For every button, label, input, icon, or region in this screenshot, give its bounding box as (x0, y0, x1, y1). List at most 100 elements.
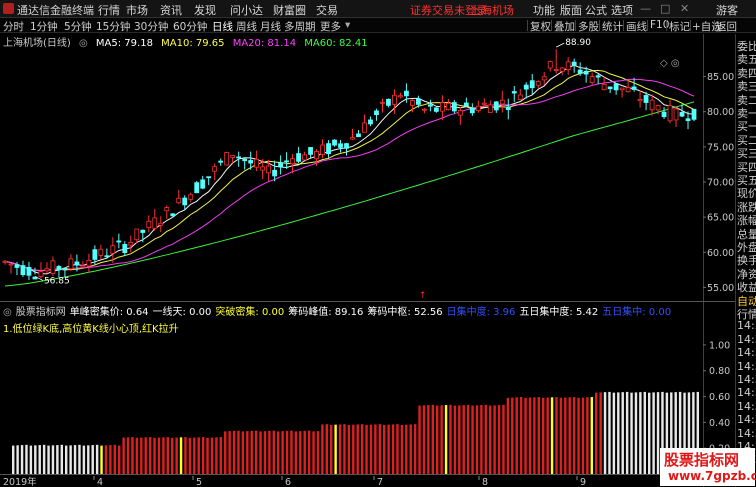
indicator-icon[interactable]: ◎ (3, 307, 12, 318)
indicator-bar (241, 431, 245, 474)
menu-faxian[interactable]: 发现 (194, 2, 216, 18)
menu-wenxiaoda[interactable]: 问小达 (230, 2, 263, 18)
candle-body (421, 108, 427, 111)
btn-biaoji[interactable]: 标记 (669, 19, 690, 34)
menu-gongshi[interactable]: 公式 (585, 2, 607, 18)
candle-body (182, 197, 188, 206)
period-weekly[interactable]: 周线 (236, 19, 257, 34)
period-daily[interactable]: 日线 (212, 19, 233, 34)
menu-hangqing[interactable]: 行情 (98, 2, 120, 18)
indicator-description: 1.低位绿K底,高位黄K线小心顶,红K拉升 (3, 324, 179, 335)
indicator-bar (285, 430, 289, 474)
indicator-bar (528, 397, 532, 474)
menu-banmian[interactable]: 版面 (560, 2, 582, 18)
sidebar-item[interactable]: 14:30 (737, 373, 756, 386)
candle-body (607, 86, 613, 90)
sidebar-item[interactable]: 14:30 (737, 346, 756, 359)
indicator-bar (475, 405, 479, 474)
indicator-bar (400, 424, 404, 474)
candle-body (230, 155, 236, 158)
indicator-value: 筹码峰值: 89.16 (288, 307, 364, 318)
indicator-bar (307, 430, 311, 474)
candle-body (278, 162, 284, 168)
menu-jiaoyi[interactable]: 交易 (316, 2, 338, 18)
guest-label[interactable]: 游客 (716, 2, 738, 18)
indicator-bar (277, 431, 280, 474)
candle-body (535, 81, 541, 86)
chevron-down-icon[interactable]: ▾ (345, 19, 350, 31)
indicator-value: 五日集中度: 5.42 (519, 307, 599, 318)
time-label: 6 (285, 477, 291, 487)
sidebar-item[interactable]: 14:30 (737, 413, 756, 426)
menu-zixun[interactable]: 资讯 (160, 2, 182, 18)
period-15min[interactable]: 15分钟 (96, 19, 130, 34)
minimize-icon[interactable]: — (640, 2, 651, 15)
btn-tongji[interactable]: 统计 (602, 19, 623, 34)
indicator-bar (82, 445, 86, 474)
candle-body (565, 61, 571, 71)
candle-body (451, 102, 457, 112)
btn-fuquan[interactable]: 复权 (530, 19, 551, 34)
sidebar-item[interactable]: 14:30 (737, 427, 756, 440)
period-monthly[interactable]: 月线 (260, 19, 281, 34)
period-1min[interactable]: 1分钟 (30, 19, 58, 34)
maximize-icon[interactable]: □ (660, 2, 670, 15)
period-5min[interactable]: 5分钟 (64, 19, 92, 34)
sidebar-item[interactable]: 14:30 (737, 319, 756, 332)
indicator-bar (38, 445, 41, 474)
period-30min[interactable]: 30分钟 (134, 19, 168, 34)
btn-duogu[interactable]: 多股 (578, 19, 599, 34)
candle-body (571, 61, 577, 66)
indicator-bar (383, 424, 386, 474)
candle-body (86, 259, 92, 267)
candle-body (272, 169, 278, 177)
candle-body (445, 102, 451, 111)
indicator-value: 日集中度: 3.96 (446, 307, 516, 318)
indicator-bar (656, 392, 660, 474)
circle-icon[interactable]: ◎ (79, 38, 88, 49)
indicator-bar (440, 405, 443, 474)
btn-huaxian[interactable]: 画线 (626, 19, 647, 34)
candle-body (206, 176, 212, 179)
menu-gongneng[interactable]: 功能 (533, 2, 555, 18)
y-tick-label: 75.00 (707, 142, 734, 153)
indicator-bar (444, 405, 448, 474)
indicator-bar (453, 405, 457, 474)
candle-body (541, 76, 547, 81)
candle-body (523, 84, 529, 90)
sidebar-item[interactable]: 14:30 (737, 360, 756, 373)
btn-fanhui[interactable]: 返回 (716, 19, 737, 34)
candle-body (529, 80, 535, 89)
period-multi[interactable]: 多周期 (284, 19, 316, 34)
indicator-bar (91, 445, 94, 474)
candle-body (649, 99, 655, 111)
sidebar-item[interactable]: 14:30 (737, 386, 756, 399)
sidebar-item[interactable]: 14:30 (737, 333, 756, 346)
indicator-bar (524, 397, 527, 474)
close-chart-icon: ◇ ◎ (660, 58, 680, 69)
indicator-bar (171, 437, 174, 474)
y-tick-label: 60.00 (707, 248, 734, 259)
close-icon[interactable]: ✕ (680, 2, 689, 15)
btn-diejia[interactable]: 叠加 (554, 19, 575, 34)
indicator-bar (69, 445, 72, 474)
sidebar-item[interactable]: 14:30 (737, 400, 756, 413)
indicator-bar (113, 444, 117, 474)
indicator-bar (422, 405, 426, 474)
indicator-bar (572, 397, 576, 474)
signal-arrow: ↑ (419, 291, 427, 301)
menu-xuanxiang[interactable]: 选项 (611, 2, 633, 18)
indicator-bar (458, 405, 461, 474)
menu-caifuquan[interactable]: 财富圈 (273, 2, 306, 18)
candle-body (128, 241, 134, 246)
indicator-bar (590, 397, 594, 474)
indicator-bar (550, 397, 554, 474)
period-fenshi[interactable]: 分时 (3, 19, 24, 34)
chart-canvas[interactable]: 85.00 80.00 75.00 70.00 65.00 60.00 55.00 1.00… (0, 34, 735, 487)
period-more[interactable]: 更多 (320, 19, 341, 34)
menu-shichang[interactable]: 市场 (126, 2, 148, 18)
period-60min[interactable]: 60分钟 (173, 19, 207, 34)
indicator-bar (87, 445, 90, 474)
candle-body (619, 87, 625, 91)
indicator-bar (431, 404, 435, 474)
